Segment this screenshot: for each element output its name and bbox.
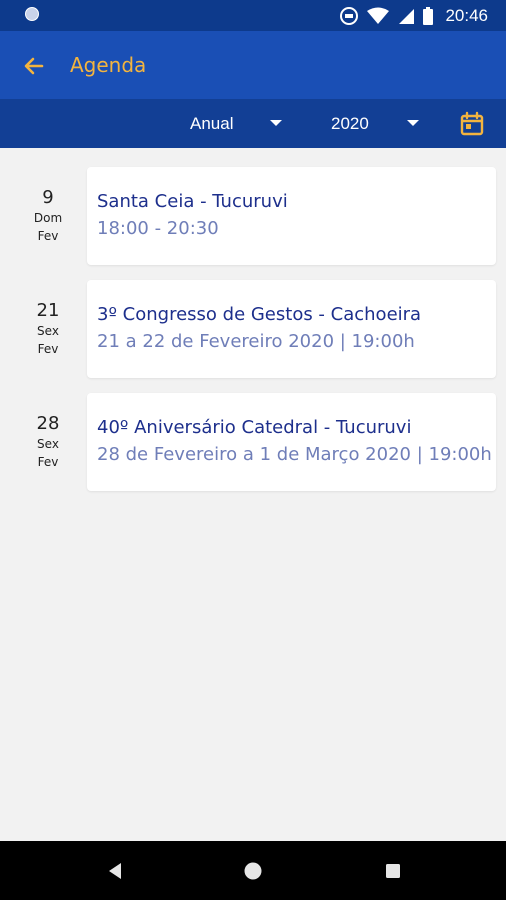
period-select-label: Anual xyxy=(190,113,234,133)
nav-home-button[interactable] xyxy=(241,859,265,883)
signal-icon xyxy=(399,8,415,24)
page-title: Agenda xyxy=(70,53,147,77)
event-time: 28 de Fevereiro a 1 de Março 2020 | 19:0… xyxy=(97,444,492,465)
event-card[interactable]: 3º Congresso de Gestos - Cachoeira 21 a … xyxy=(87,280,496,378)
event-date: 28 Sex Fev xyxy=(18,413,78,471)
event-card[interactable]: Santa Ceia - Tucuruvi 18:00 - 20:30 xyxy=(87,167,496,265)
app-bar: Agenda xyxy=(0,31,506,99)
event-weekday: Sex xyxy=(37,437,59,451)
event-title: 40º Aniversário Catedral - Tucuruvi xyxy=(97,417,412,438)
event-date: 9 Dom Fev xyxy=(18,187,78,245)
chevron-down-icon xyxy=(270,120,282,126)
event-month: Fev xyxy=(37,455,59,469)
event-title: 3º Congresso de Gestos - Cachoeira xyxy=(97,304,422,325)
event-row: 28 Sex Fev 40º Aniversário Catedral - Tu… xyxy=(0,393,506,493)
nav-back-button[interactable] xyxy=(103,859,127,883)
event-day: 9 xyxy=(42,187,54,208)
event-month: Fev xyxy=(37,342,59,356)
data-saver-icon xyxy=(340,6,359,25)
arrow-left-icon xyxy=(24,57,44,75)
event-row: 21 Sex Fev 3º Congresso de Gestos - Cach… xyxy=(0,280,506,380)
event-card[interactable]: 40º Aniversário Catedral - Tucuruvi 28 d… xyxy=(87,393,496,491)
wifi-icon xyxy=(367,7,390,24)
year-select-label: 2020 xyxy=(331,113,369,133)
event-day: 21 xyxy=(36,300,60,321)
square-recents-icon xyxy=(386,864,400,878)
system-nav-bar xyxy=(0,841,506,900)
event-date: 21 Sex Fev xyxy=(18,300,78,358)
period-select[interactable]: Anual xyxy=(190,99,290,148)
event-day: 28 xyxy=(36,413,60,434)
event-weekday: Sex xyxy=(37,324,59,338)
triangle-back-icon xyxy=(109,863,121,879)
notification-dot-icon xyxy=(25,7,39,21)
filter-bar: Anual 2020 xyxy=(0,99,506,148)
event-time: 18:00 - 20:30 xyxy=(97,218,219,239)
chevron-down-icon xyxy=(407,120,419,126)
back-button[interactable] xyxy=(18,50,50,82)
calendar-button[interactable] xyxy=(458,110,486,138)
event-weekday: Dom xyxy=(33,211,63,225)
event-title: Santa Ceia - Tucuruvi xyxy=(97,191,288,212)
battery-icon xyxy=(423,6,434,25)
nav-recents-button[interactable] xyxy=(381,859,405,883)
status-icons: 20:46 xyxy=(339,0,488,31)
status-time: 20:46 xyxy=(445,5,488,25)
event-month: Fev xyxy=(37,229,59,243)
event-time: 21 a 22 de Fevereiro 2020 | 19:00h xyxy=(97,331,415,352)
circle-home-icon xyxy=(244,862,262,880)
year-select[interactable]: 2020 xyxy=(331,99,426,148)
calendar-icon xyxy=(460,111,484,136)
event-row: 9 Dom Fev Santa Ceia - Tucuruvi 18:00 - … xyxy=(0,167,506,267)
status-bar: 20:46 xyxy=(0,0,506,31)
